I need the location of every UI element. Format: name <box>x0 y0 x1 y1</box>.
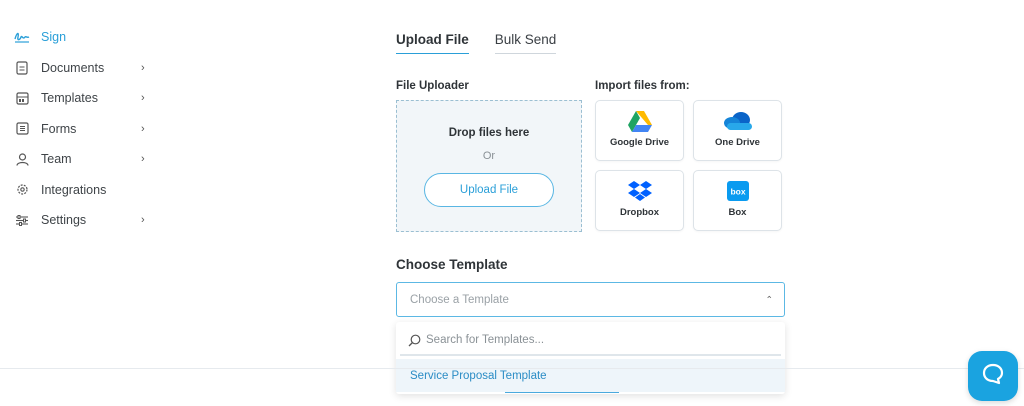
chevron-right-icon: › <box>141 153 145 166</box>
upload-file-button[interactable]: Upload File <box>424 173 554 207</box>
template-dropdown: Search for Templates... Service Proposal… <box>396 322 785 394</box>
onedrive-tile[interactable]: One Drive <box>693 100 782 161</box>
file-drop-zone[interactable]: Drop files here Or Upload File <box>396 100 582 232</box>
tab-bar: Upload File Bulk Send <box>396 32 582 54</box>
drop-files-text: Drop files here <box>448 127 530 139</box>
dropbox-icon <box>627 181 652 206</box>
sidebar-item-label: Integrations <box>41 182 107 197</box>
sidebar-item-settings[interactable]: Settings › <box>14 205 164 236</box>
sidebar-item-label: Documents <box>41 60 105 75</box>
google-drive-tile[interactable]: Google Drive <box>595 100 684 161</box>
sliders-icon <box>14 212 30 228</box>
search-icon <box>408 334 421 347</box>
footer-divider <box>0 368 1024 369</box>
form-icon <box>14 121 30 137</box>
sidebar-item-templates[interactable]: Templates › <box>14 83 164 114</box>
tile-label: One Drive <box>715 137 760 148</box>
google-drive-icon <box>627 111 652 137</box>
chevron-right-icon: › <box>141 92 145 105</box>
sidebar-item-documents[interactable]: Documents › <box>14 53 164 84</box>
file-uploader-title: File Uploader <box>396 80 469 92</box>
sidebar-item-label: Sign <box>41 30 67 45</box>
tab-bulk-send[interactable]: Bulk Send <box>494 32 557 54</box>
user-icon <box>14 151 30 167</box>
template-select-placeholder: Choose a Template <box>410 293 509 306</box>
template-option[interactable]: Service Proposal Template <box>396 359 785 392</box>
chevron-right-icon: › <box>141 214 145 227</box>
chevron-right-icon: › <box>141 122 145 135</box>
template-icon <box>14 90 30 106</box>
footer-link-underline <box>505 392 619 393</box>
sidebar-item-label: Settings <box>41 213 87 228</box>
choose-template-title: Choose Template <box>396 257 508 272</box>
tab-upload-file[interactable]: Upload File <box>396 32 469 54</box>
import-files-title: Import files from: <box>595 80 690 92</box>
sidebar-item-forms[interactable]: Forms › <box>14 114 164 145</box>
onedrive-icon <box>722 111 754 136</box>
tile-label: Google Drive <box>609 137 670 148</box>
document-icon <box>14 60 30 76</box>
or-text: Or <box>482 150 496 162</box>
sidebar-item-label: Templates <box>41 91 98 106</box>
dropbox-tile[interactable]: Dropbox <box>595 170 684 231</box>
tile-label: Box <box>728 207 747 218</box>
box-tile[interactable]: box Box <box>693 170 782 231</box>
sidebar-item-label: Team <box>41 152 72 167</box>
search-placeholder: Search for Templates... <box>426 334 545 346</box>
box-icon: box <box>726 181 749 206</box>
chat-bubble-icon <box>981 362 1005 391</box>
tile-label: Dropbox <box>619 207 660 218</box>
gear-icon <box>14 182 30 198</box>
chevron-up-icon: ⌃ <box>765 294 773 304</box>
sidebar-item-integrations[interactable]: Integrations <box>14 175 164 206</box>
sidebar-item-team[interactable]: Team › <box>14 144 164 175</box>
chevron-right-icon: › <box>141 61 145 74</box>
sidebar-item-label: Forms <box>41 121 77 136</box>
svg-text:box: box <box>730 187 745 197</box>
chat-button[interactable] <box>968 351 1018 401</box>
template-search-input[interactable]: Search for Templates... <box>400 326 781 356</box>
signature-icon <box>14 29 30 45</box>
sidebar-item-sign[interactable]: Sign <box>14 22 164 53</box>
template-select[interactable]: Choose a Template ⌃ <box>396 282 785 317</box>
sidebar: Sign Documents › Templates › Forms › Tea… <box>14 22 164 236</box>
